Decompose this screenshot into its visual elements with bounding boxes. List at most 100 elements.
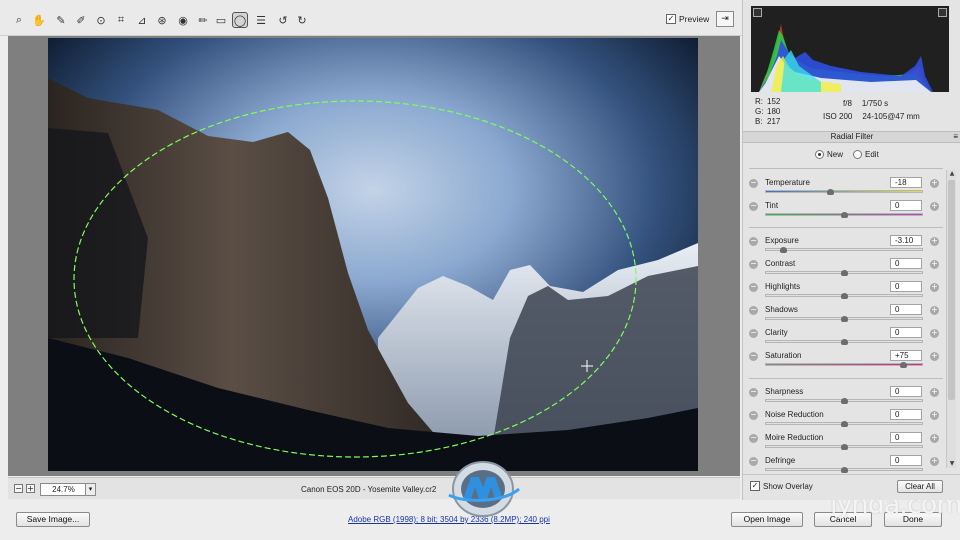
hand-tool-icon[interactable]: ✋ <box>31 12 47 28</box>
highlight-clipping-toggle[interactable] <box>938 8 947 17</box>
slider-thumb[interactable] <box>841 421 848 427</box>
spot-removal-tool-icon[interactable]: ⊛ <box>154 12 170 28</box>
increase-icon[interactable]: + <box>930 388 939 397</box>
rotate-left-icon[interactable]: ↺ <box>275 12 291 28</box>
increase-icon[interactable]: + <box>930 237 939 246</box>
decrease-icon[interactable]: − <box>749 237 758 246</box>
slider-thumb[interactable] <box>841 467 848 473</box>
slider-value-field[interactable]: +75 <box>890 350 922 361</box>
panel-title: Radial Filter <box>830 132 874 141</box>
slider-value-field[interactable]: 0 <box>890 409 922 420</box>
decrease-icon[interactable]: − <box>749 388 758 397</box>
decrease-icon[interactable]: − <box>749 434 758 443</box>
increase-icon[interactable]: + <box>930 411 939 420</box>
mode-edit-radio[interactable]: Edit <box>853 150 879 159</box>
slider-value-field[interactable]: -18 <box>890 177 922 188</box>
rotate-right-icon[interactable]: ↻ <box>294 12 310 28</box>
increase-icon[interactable]: + <box>930 457 939 466</box>
graduated-filter-icon[interactable]: ▭ <box>213 12 229 28</box>
image-canvas[interactable] <box>8 36 740 476</box>
panel-scrollbar[interactable]: ▲ ▼ <box>946 170 956 468</box>
slider-value-field[interactable]: 0 <box>890 386 922 397</box>
mode-edit-label: Edit <box>865 150 879 159</box>
zoom-level-field[interactable]: 24.7% <box>40 483 87 496</box>
slider-value-field[interactable]: -3.10 <box>890 235 922 246</box>
fullscreen-button[interactable]: ⇥ <box>716 11 734 27</box>
scroll-up-icon[interactable]: ▲ <box>947 170 957 178</box>
clear-all-button[interactable]: Clear All <box>897 480 943 493</box>
slider-defringe: − Defringe 0 + <box>743 453 943 475</box>
color-sampler-tool-icon[interactable]: ✐ <box>73 12 89 28</box>
show-overlay-toggle[interactable]: ✓ Show Overlay <box>750 481 813 491</box>
straighten-tool-icon[interactable]: ⊿ <box>134 12 150 28</box>
red-value: 152 <box>767 97 781 106</box>
decrease-icon[interactable]: − <box>749 457 758 466</box>
mode-new-label: New <box>827 150 844 159</box>
show-overlay-checkbox[interactable]: ✓ <box>750 481 760 491</box>
slider-thumb[interactable] <box>841 316 848 322</box>
photo-preview[interactable] <box>48 38 698 471</box>
scroll-down-icon[interactable]: ▼ <box>947 460 957 468</box>
targeted-adjustment-tool-icon[interactable]: ⊙ <box>93 12 109 28</box>
slider-value-field[interactable]: 0 <box>890 281 922 292</box>
mode-new-radio[interactable]: New <box>815 150 843 159</box>
slider-thumb[interactable] <box>779 247 787 253</box>
increase-icon[interactable]: + <box>930 352 939 361</box>
slider-label: Clarity <box>765 328 788 337</box>
slider-value-field[interactable]: 0 <box>890 432 922 443</box>
shadow-clipping-toggle[interactable] <box>753 8 762 17</box>
red-eye-tool-icon[interactable]: ◉ <box>175 12 191 28</box>
preview-toggle[interactable]: ✓ Preview <box>666 14 709 24</box>
slider-thumb[interactable] <box>841 444 848 450</box>
decrease-icon[interactable]: − <box>749 352 758 361</box>
increase-icon[interactable]: + <box>930 179 939 188</box>
slider-label: Sharpness <box>765 387 804 396</box>
preview-checkbox[interactable]: ✓ <box>666 14 676 24</box>
blue-label: B: <box>755 117 763 126</box>
increase-icon[interactable]: + <box>930 434 939 443</box>
open-image-button[interactable]: Open Image <box>731 512 803 527</box>
zoom-tool-icon[interactable]: ⌕ <box>11 12 27 28</box>
status-bar: − + 24.7% ▾ Canon EOS 20D - Yosemite Val… <box>8 477 740 499</box>
slider-label: Exposure <box>765 236 799 245</box>
zoom-out-button[interactable]: − <box>14 484 23 493</box>
slider-thumb[interactable] <box>841 398 848 404</box>
increase-icon[interactable]: + <box>930 260 939 269</box>
increase-icon[interactable]: + <box>930 329 939 338</box>
decrease-icon[interactable]: − <box>749 306 758 315</box>
decrease-icon[interactable]: − <box>749 283 758 292</box>
slider-value-field[interactable]: 0 <box>890 258 922 269</box>
slider-thumb[interactable] <box>900 362 908 368</box>
increase-icon[interactable]: + <box>930 306 939 315</box>
slider-thumb[interactable] <box>841 339 848 345</box>
decrease-icon[interactable]: − <box>749 329 758 338</box>
adjustment-brush-icon[interactable]: ✏ <box>195 12 211 28</box>
slider-value-field[interactable]: 0 <box>890 200 922 211</box>
panel-menu-icon[interactable]: ≡ <box>953 132 958 142</box>
preview-label: Preview <box>679 14 710 24</box>
zoom-in-button[interactable]: + <box>26 484 35 493</box>
slider-thumb[interactable] <box>826 189 834 195</box>
decrease-icon[interactable]: − <box>749 179 758 188</box>
panel-footer: ✓ Show Overlay Clear All <box>743 474 960 496</box>
slider-thumb[interactable] <box>841 270 848 276</box>
white-balance-tool-icon[interactable]: ✎ <box>53 12 69 28</box>
slider-value-field[interactable]: 0 <box>890 455 922 466</box>
slider-value-field[interactable]: 0 <box>890 327 922 338</box>
save-image-button[interactable]: Save Image... <box>16 512 90 527</box>
crop-tool-icon[interactable]: ⌗ <box>113 12 129 28</box>
slider-thumb[interactable] <box>841 293 848 299</box>
slider-track[interactable] <box>765 248 923 251</box>
decrease-icon[interactable]: − <box>749 411 758 420</box>
radial-filter-icon[interactable]: ◯ <box>232 12 248 28</box>
decrease-icon[interactable]: − <box>749 202 758 211</box>
slider-value-field[interactable]: 0 <box>890 304 922 315</box>
increase-icon[interactable]: + <box>930 283 939 292</box>
slider-track[interactable] <box>765 190 923 193</box>
increase-icon[interactable]: + <box>930 202 939 211</box>
slider-thumb[interactable] <box>841 212 848 218</box>
scroll-thumb[interactable] <box>948 180 955 400</box>
decrease-icon[interactable]: − <box>749 260 758 269</box>
preferences-icon[interactable]: ☰ <box>253 12 269 28</box>
zoom-dropdown-button[interactable]: ▾ <box>85 483 96 496</box>
